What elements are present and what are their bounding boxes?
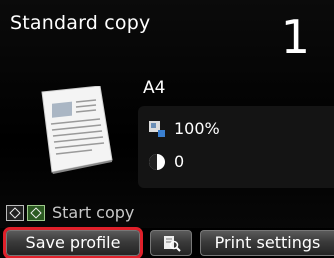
paper-size-value[interactable]: A4: [143, 78, 165, 98]
black-start-key-icon: [6, 204, 24, 221]
density-value: 0: [174, 152, 185, 171]
magnification-icon: [148, 120, 166, 138]
start-copy-hint: Start copy: [6, 203, 134, 222]
copies-count[interactable]: 1: [281, 14, 310, 60]
print-settings-button[interactable]: Print settings: [200, 230, 334, 256]
density-icon: [148, 153, 166, 171]
function-button-bar: Save profile Print settings: [0, 227, 334, 258]
save-profile-button[interactable]: Save profile: [3, 227, 143, 258]
preview-button[interactable]: [150, 230, 192, 256]
color-start-key-icon: [27, 204, 45, 221]
copy-settings-panel[interactable]: 100% 0: [138, 106, 334, 188]
document-preview-icon: [30, 85, 114, 178]
density-row[interactable]: 0: [148, 152, 184, 171]
start-copy-label: Start copy: [52, 203, 135, 222]
magnification-row[interactable]: 100%: [148, 119, 220, 138]
copy-standby-screen: Standard copy 1 A4 100% 0 Start copy Sav…: [0, 0, 334, 258]
screen-title: Standard copy: [10, 12, 151, 34]
magnification-value: 100%: [174, 119, 220, 138]
